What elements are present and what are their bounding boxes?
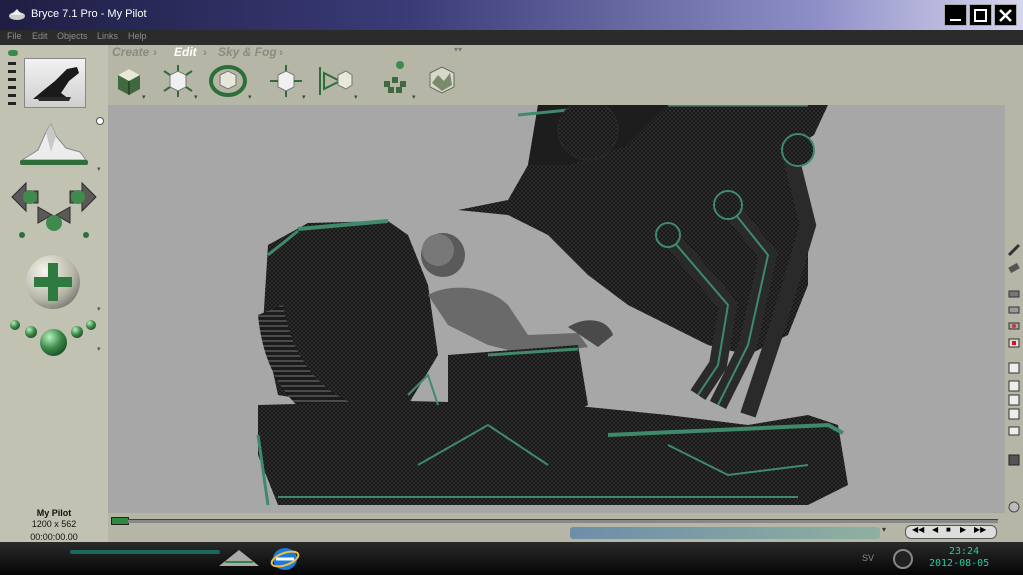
brush-icon[interactable] (1007, 243, 1021, 257)
edit-palette: Create › Edit › Sky & Fog › ▾▾ ▾ ▾ ▾ ▾ ▾… (108, 45, 1023, 105)
right-tool-strip (1005, 105, 1023, 542)
rewind-button[interactable]: ◀◀ (912, 525, 924, 534)
materials-lab-icon[interactable] (114, 65, 144, 97)
tab-sky-fog[interactable]: Sky & Fog (218, 45, 277, 59)
menu-bar: File Edit Objects Links Help (0, 30, 1023, 45)
view-slider-icon[interactable] (6, 50, 20, 108)
power-icon[interactable] (893, 549, 913, 569)
randomize-icon[interactable] (378, 59, 414, 99)
taskbar-glow (70, 550, 220, 554)
preview-options-dot[interactable] (96, 117, 104, 125)
timecode: 00:00:00.00 (30, 532, 78, 542)
minimize-button[interactable] (944, 4, 967, 26)
trackball-icon[interactable] (26, 255, 80, 309)
scene-render-image (256, 105, 848, 506)
nano-preview[interactable] (24, 58, 86, 108)
close-button[interactable] (994, 4, 1017, 26)
tab-separator-2: › (203, 45, 207, 59)
render-button[interactable] (40, 329, 67, 356)
resize-icon[interactable] (160, 63, 196, 99)
tab-separator-1: › (153, 45, 157, 59)
menu-objects[interactable]: Objects (57, 31, 88, 41)
object-cube-icon[interactable] (1008, 454, 1020, 466)
render-dropdown-icon[interactable]: ▾ (97, 345, 101, 353)
bryce-taskbar-icon[interactable] (215, 546, 265, 572)
timeline-start-marker[interactable] (111, 517, 129, 525)
sky-lab-icon[interactable] (18, 122, 90, 168)
sky-lab-dropdown-icon[interactable]: ▾ (97, 165, 101, 173)
camera-move-cross-icon[interactable] (8, 179, 100, 239)
timeline-scrubber[interactable] (128, 519, 998, 523)
materials-dropdown-icon[interactable]: ▾ (142, 93, 146, 101)
fast-forward-button[interactable]: ▶▶ (974, 525, 986, 534)
maximize-button[interactable] (969, 4, 992, 26)
eraser-icon[interactable] (1008, 262, 1020, 274)
play-button[interactable]: ▶ (960, 525, 966, 534)
edit-icon[interactable] (1008, 426, 1020, 436)
trackball-dropdown-icon[interactable]: ▾ (97, 305, 101, 313)
internet-explorer-icon[interactable] (270, 545, 300, 573)
document-size: 1200 x 562 (31, 519, 77, 529)
memory-dots-strip[interactable] (570, 527, 880, 539)
align-dropdown-icon[interactable]: ▾ (354, 93, 358, 101)
playback-controls[interactable]: ◀◀ ◀ ■ ▶ ▶▶ (905, 525, 997, 539)
grid-icon[interactable] (1008, 394, 1020, 406)
align-icon[interactable] (316, 63, 356, 99)
window-title-bar: Bryce 7.1 Pro - My Pilot (0, 0, 1023, 30)
render-sphere-small-left[interactable] (10, 320, 20, 330)
select-filter-icon[interactable] (1008, 306, 1020, 314)
menu-edit[interactable]: Edit (32, 31, 48, 41)
tab-separator-3: › (279, 45, 283, 59)
hand-pan-icon[interactable] (1008, 501, 1020, 513)
app-workspace: ▾ ▾ ▾ My Pilot 1200 x 562 00:00:00.00 Cr… (0, 45, 1023, 542)
tree-icon[interactable] (1008, 408, 1020, 420)
step-back-button[interactable]: ◀ (932, 525, 938, 534)
layer-icon[interactable] (1008, 380, 1020, 392)
memory-dropdown-icon[interactable]: ▾ (882, 525, 886, 534)
os-taskbar: SV (0, 542, 1023, 575)
render-sphere-small-right[interactable] (86, 320, 96, 330)
tab-create[interactable]: Create (112, 45, 149, 59)
stop-button[interactable]: ■ (946, 525, 951, 534)
language-indicator[interactable]: SV (862, 553, 874, 563)
list-icon[interactable] (1008, 362, 1020, 374)
render-preview-icon (33, 67, 79, 101)
menu-help[interactable]: Help (128, 31, 147, 41)
record-icon[interactable] (1008, 338, 1020, 348)
scene-viewport[interactable] (108, 105, 1005, 513)
clock-date[interactable]: 2012-08-05 (929, 558, 989, 569)
menu-file[interactable]: File (7, 31, 22, 41)
document-name: My Pilot (36, 508, 72, 518)
render-sphere-right[interactable] (71, 326, 83, 338)
palette-collapse-icon[interactable]: ▾▾ (454, 45, 462, 54)
tab-edit[interactable]: Edit (174, 45, 197, 59)
reposition-dropdown-icon[interactable]: ▾ (302, 93, 306, 101)
randomize-dropdown-icon[interactable]: ▾ (412, 93, 416, 101)
menu-links[interactable]: Links (97, 31, 118, 41)
rotate-dropdown-icon[interactable]: ▾ (248, 93, 252, 101)
rotate-icon[interactable] (208, 63, 248, 99)
select-box-icon[interactable] (1008, 290, 1020, 298)
terrain-editor-icon[interactable] (426, 63, 458, 97)
resize-dropdown-icon[interactable]: ▾ (194, 93, 198, 101)
control-palette: ▾ ▾ ▾ My Pilot 1200 x 562 00:00:00.00 (0, 45, 108, 542)
reposition-icon[interactable] (268, 63, 304, 99)
color-pick-icon[interactable] (1008, 322, 1020, 330)
window-title: Bryce 7.1 Pro - My Pilot (31, 8, 147, 20)
animation-bar: ▾ ◀◀ ◀ ■ ▶ ▶▶ (108, 513, 1023, 542)
clock-time[interactable]: 23:24 (949, 546, 979, 557)
bryce-app-icon[interactable] (8, 7, 26, 21)
render-sphere-left[interactable] (25, 326, 37, 338)
